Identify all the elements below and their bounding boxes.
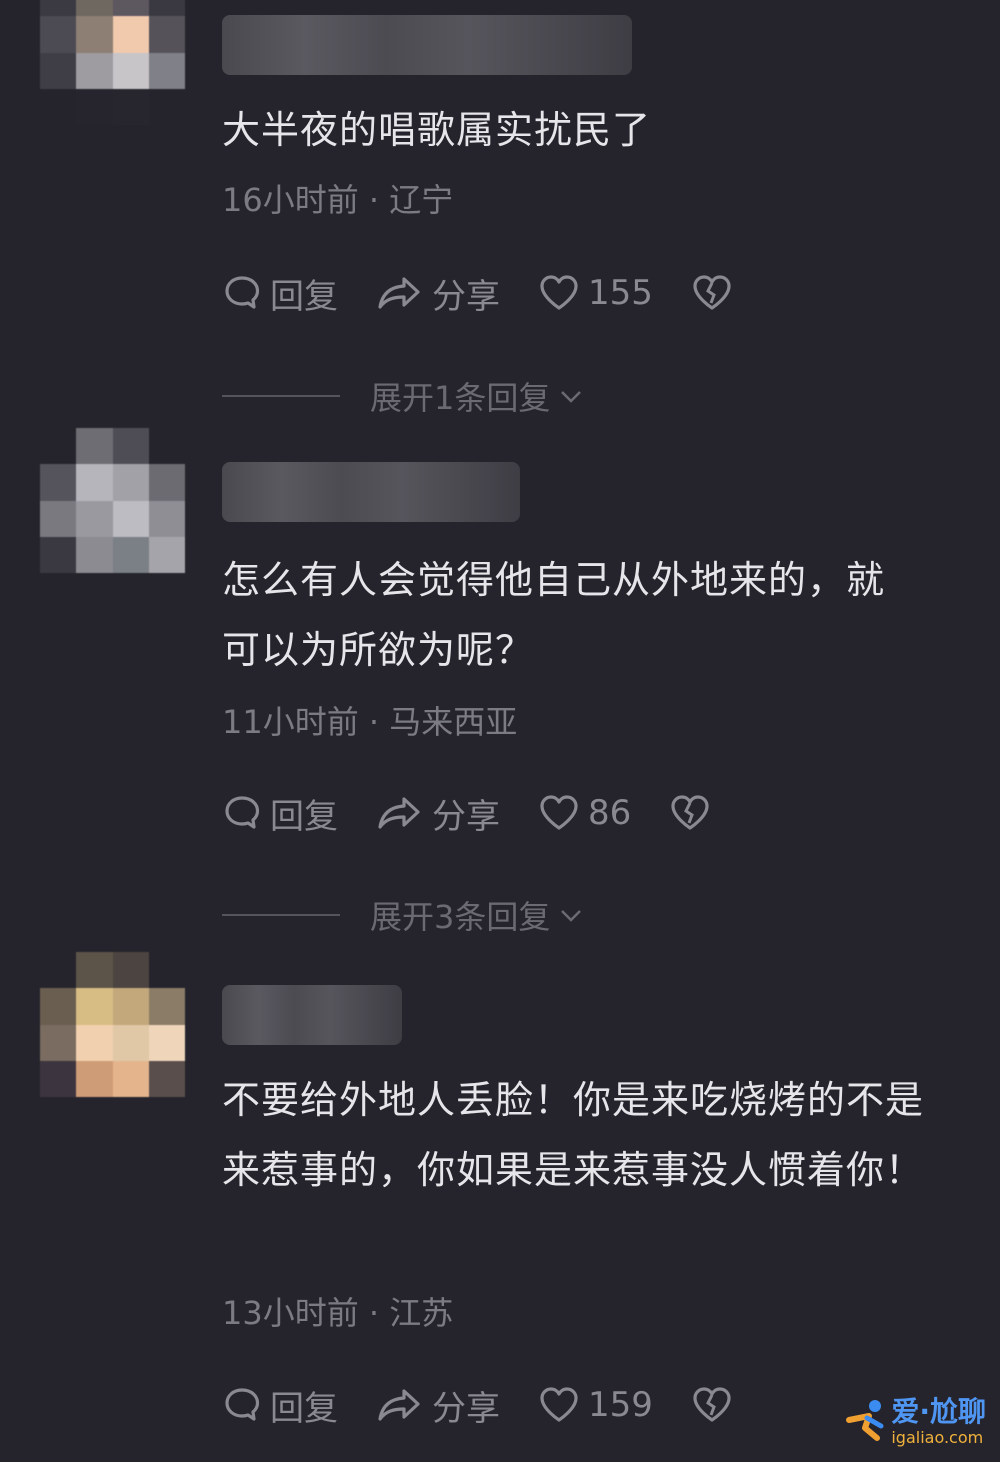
reply-button[interactable]: 回复 bbox=[222, 789, 338, 838]
reply-icon bbox=[225, 276, 260, 309]
watermark-main: 爱·尬聊 bbox=[891, 1395, 986, 1428]
chevron-down-icon bbox=[561, 391, 582, 403]
dislike-button[interactable] bbox=[691, 273, 741, 313]
meta-separator: · bbox=[358, 703, 390, 741]
username-blurred[interactable] bbox=[222, 985, 402, 1045]
like-count: 159 bbox=[588, 1385, 653, 1425]
runner-logo-icon bbox=[846, 1400, 884, 1441]
like-count: 155 bbox=[588, 273, 653, 313]
avatar[interactable] bbox=[40, 0, 185, 125]
dislike-button[interactable] bbox=[669, 793, 719, 833]
chevron-down-icon bbox=[561, 910, 582, 922]
watermark-sub: igaliao.com bbox=[891, 1428, 984, 1447]
heart-icon bbox=[540, 275, 578, 310]
share-label: 分享 bbox=[432, 796, 500, 837]
reply-button[interactable]: 回复 bbox=[222, 1381, 338, 1430]
expand-replies-label[interactable]: 展开3条回复 bbox=[370, 892, 550, 938]
like-button[interactable]: 155 bbox=[538, 273, 653, 313]
expand-replies[interactable]: 展开1条回复 bbox=[222, 373, 584, 419]
broken-heart-icon bbox=[671, 795, 709, 830]
comment-meta: 13小时前 · 江苏 bbox=[222, 1288, 453, 1334]
divider-line bbox=[222, 395, 340, 397]
divider-line bbox=[222, 914, 340, 916]
share-label: 分享 bbox=[432, 1388, 500, 1429]
username-blurred[interactable] bbox=[222, 462, 520, 522]
like-button[interactable]: 159 bbox=[538, 1385, 653, 1425]
share-button[interactable]: 分享 bbox=[376, 1381, 500, 1430]
share-button[interactable]: 分享 bbox=[376, 269, 500, 318]
reply-label: 回复 bbox=[270, 276, 338, 317]
avatar[interactable] bbox=[40, 428, 185, 573]
expand-replies[interactable]: 展开3条回复 bbox=[222, 892, 584, 938]
reply-icon bbox=[225, 796, 260, 829]
like-count: 86 bbox=[588, 793, 632, 833]
comment-location: 马来西亚 bbox=[389, 703, 518, 741]
broken-heart-icon bbox=[693, 1387, 731, 1422]
avatar[interactable] bbox=[40, 952, 185, 1097]
comment-actions: 回复 分享 155 bbox=[222, 268, 779, 318]
comment-time: 16小时前 bbox=[222, 181, 359, 219]
comment-location: 辽宁 bbox=[389, 181, 454, 219]
share-label: 分享 bbox=[432, 276, 500, 317]
reply-label: 回复 bbox=[270, 1388, 338, 1429]
meta-separator: · bbox=[358, 1294, 390, 1332]
username-blurred[interactable] bbox=[222, 15, 632, 75]
comment-text: 不要给外地人丢脸！你是来吃烧烤的不是来惹事的，你如果是来惹事没人惯着你！ bbox=[222, 1078, 925, 1192]
dislike-button[interactable] bbox=[691, 1385, 741, 1425]
watermark-logo: 爱·尬聊 igaliao.com bbox=[841, 1398, 986, 1446]
share-button[interactable]: 分享 bbox=[376, 789, 500, 838]
comment-actions: 回复 分享 159 bbox=[222, 1380, 779, 1430]
share-icon bbox=[378, 1389, 420, 1421]
comment-text: 怎么有人会觉得他自己从外地来的，就可以为所欲为呢？ bbox=[222, 558, 886, 672]
comment-text: 大半夜的唱歌属实扰民了 bbox=[222, 108, 652, 152]
comment-meta: 11小时前 · 马来西亚 bbox=[222, 697, 517, 743]
comment-meta: 16小时前 · 辽宁 bbox=[222, 175, 453, 221]
watermark-text: 爱·尬聊 igaliao.com bbox=[891, 1398, 986, 1446]
meta-separator: · bbox=[358, 181, 390, 219]
heart-icon bbox=[540, 795, 578, 830]
share-icon bbox=[378, 797, 420, 829]
reply-icon bbox=[225, 1388, 260, 1421]
broken-heart-icon bbox=[693, 275, 731, 310]
comment-time: 13小时前 bbox=[222, 1294, 359, 1332]
like-button[interactable]: 86 bbox=[538, 793, 631, 833]
comment-actions: 回复 分享 86 bbox=[222, 788, 757, 838]
comment-time: 11小时前 bbox=[222, 703, 359, 741]
heart-icon bbox=[540, 1387, 578, 1422]
reply-label: 回复 bbox=[270, 796, 338, 837]
share-icon bbox=[378, 277, 420, 309]
reply-button[interactable]: 回复 bbox=[222, 269, 338, 318]
expand-replies-label[interactable]: 展开1条回复 bbox=[370, 373, 550, 419]
comment-location: 江苏 bbox=[389, 1294, 454, 1332]
